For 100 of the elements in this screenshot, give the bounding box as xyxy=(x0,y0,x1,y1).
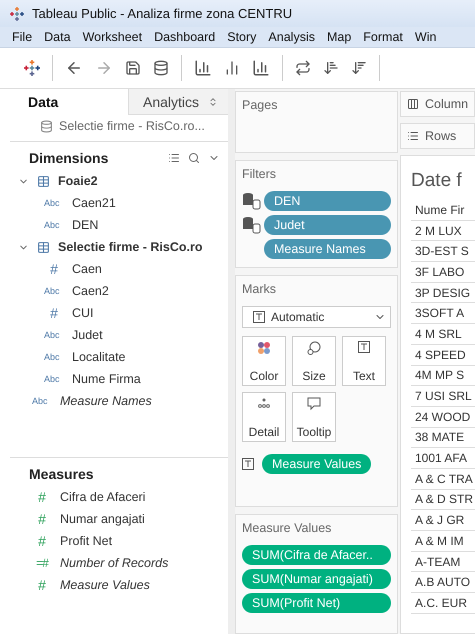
number-type-icon: # xyxy=(32,489,52,505)
mark-property-button[interactable]: Text xyxy=(342,336,386,386)
string-type-icon: Abc xyxy=(44,286,64,296)
field-item[interactable]: Selectie firme - RisCo.ro xyxy=(0,236,228,258)
field-item[interactable]: Abc Measure Names xyxy=(0,390,228,412)
field-label: DEN xyxy=(72,218,98,232)
field-label: Profit Net xyxy=(60,534,112,548)
field-item[interactable]: Abc DEN xyxy=(0,214,228,236)
field-item[interactable]: Abc Caen2 xyxy=(0,280,228,302)
size-circles-icon xyxy=(307,341,321,355)
table-cell: 3P DESIG xyxy=(411,282,475,304)
sort-ascending-icon[interactable] xyxy=(323,60,339,76)
app-logo-icon xyxy=(10,6,24,20)
mark-type-dropdown[interactable]: Automatic xyxy=(242,306,391,328)
sort-descending-icon[interactable] xyxy=(351,60,367,76)
field-item[interactable]: Foaie2 xyxy=(0,170,228,192)
field-item[interactable]: Abc Nume Firma xyxy=(0,368,228,390)
table-cell: 4 M SRL xyxy=(411,324,475,345)
menu-item[interactable]: Worksheet xyxy=(76,30,148,44)
table-cell: A & J GR xyxy=(411,510,475,531)
pane-tab[interactable]: Analytics xyxy=(128,89,228,115)
card-title: Measure Values xyxy=(242,521,332,535)
field-label: CUI xyxy=(72,306,94,320)
table-cell: A & D STR xyxy=(411,490,475,510)
table-cell: A & C TRA xyxy=(411,468,475,490)
field-item[interactable]: =# Number of Records xyxy=(0,552,228,574)
columns-icon xyxy=(407,98,419,110)
table-cell: 4 SPEED xyxy=(411,344,475,366)
number-type-icon: # xyxy=(32,533,52,549)
string-type-icon: Abc xyxy=(44,198,64,208)
text-mark-icon xyxy=(253,311,265,323)
menu-item[interactable]: Analysis xyxy=(262,30,321,44)
field-label: Measure Names xyxy=(60,394,152,408)
field-item[interactable]: # Measure Values xyxy=(0,574,228,596)
string-type-icon: Abc xyxy=(44,352,64,362)
bar-chart-icon[interactable] xyxy=(224,60,240,76)
string-type-icon: Abc xyxy=(32,396,52,406)
table-cell: 24 WOOD xyxy=(411,406,475,428)
field-label: Foaie2 xyxy=(58,174,98,188)
section-title: Dimensions xyxy=(29,150,108,166)
number-type-icon: # xyxy=(44,261,64,277)
detail-dots-icon xyxy=(257,397,271,409)
table-cell: 3F LABO xyxy=(411,262,475,283)
string-type-icon: Abc xyxy=(44,374,64,384)
table-cell: A & M IM xyxy=(411,531,475,552)
field-item[interactable]: # Cifra de Afaceri xyxy=(0,486,228,508)
tooltip-bubble-icon xyxy=(307,397,321,411)
table-cell: 3SOFT A xyxy=(411,303,475,324)
field-label: Caen2 xyxy=(72,284,109,298)
string-type-icon: Abc xyxy=(44,330,64,340)
menu-item[interactable]: Data xyxy=(38,30,77,44)
field-item[interactable]: # Profit Net xyxy=(0,530,228,552)
window-title: Tableau Public - Analiza firme zona CENTRU xyxy=(32,6,292,21)
table-cell: A.C. EUR xyxy=(411,593,475,614)
database-icon[interactable] xyxy=(153,60,169,76)
field-label: Localitate xyxy=(72,350,126,364)
menu-item[interactable]: Win xyxy=(408,30,442,44)
bar-chart-icon[interactable] xyxy=(252,59,270,77)
shelf[interactable]: Rows xyxy=(400,123,475,149)
table-cell: 3D-EST S xyxy=(411,241,475,262)
color-dots-icon xyxy=(257,341,271,355)
table-cell: 7 USI SRL xyxy=(411,386,475,407)
mark-property-button[interactable]: Tooltip xyxy=(292,392,336,442)
menu-item[interactable]: Map xyxy=(320,30,358,44)
search-icon[interactable] xyxy=(188,152,200,164)
field-label: Nume Firma xyxy=(72,372,141,386)
column-header: Nume Fir xyxy=(411,200,475,221)
mark-property-button[interactable]: Size xyxy=(292,336,336,386)
bar-chart-icon[interactable] xyxy=(194,59,212,77)
field-item[interactable]: Abc Judet xyxy=(0,324,228,346)
table-cell: A-TEAM xyxy=(411,552,475,572)
menu-item[interactable]: Format xyxy=(357,30,409,44)
mark-property-button[interactable]: Color xyxy=(242,336,286,386)
text-icon xyxy=(358,341,370,353)
count-type-icon: =# xyxy=(32,556,52,570)
field-item[interactable]: # Caen xyxy=(0,258,228,280)
field-label: Numar angajati xyxy=(60,512,145,526)
field-label: Number of Records xyxy=(60,556,168,570)
table-cell: 2 M LUX xyxy=(411,220,475,242)
field-item[interactable]: # Numar angajati xyxy=(0,508,228,530)
field-label: Caen xyxy=(72,262,102,276)
field-label: Caen21 xyxy=(72,196,116,210)
table-cell: 38 MATE xyxy=(411,428,475,448)
swap-icon[interactable] xyxy=(295,60,311,76)
field-item[interactable]: Abc Caen21 xyxy=(0,192,228,214)
menu-item[interactable]: File xyxy=(6,30,38,44)
menu-item[interactable]: Story xyxy=(221,30,262,44)
table-icon xyxy=(37,240,50,254)
mark-property-button[interactable]: Detail xyxy=(242,392,286,442)
sort-caret-icon[interactable] xyxy=(208,96,218,106)
menu-item[interactable]: Dashboard xyxy=(148,30,222,44)
field-item[interactable]: Abc Localitate xyxy=(0,346,228,368)
shelf[interactable]: Column xyxy=(400,91,475,117)
data-source-icon xyxy=(40,120,53,132)
field-item[interactable]: # CUI xyxy=(0,302,228,324)
string-type-icon: Abc xyxy=(44,220,64,230)
table-cell: 4M MP S xyxy=(411,366,475,386)
save-icon[interactable] xyxy=(125,60,141,76)
view-title: Date f xyxy=(411,170,463,192)
data-source-name[interactable]: Selectie firme - RisCo.ro... xyxy=(59,119,205,133)
